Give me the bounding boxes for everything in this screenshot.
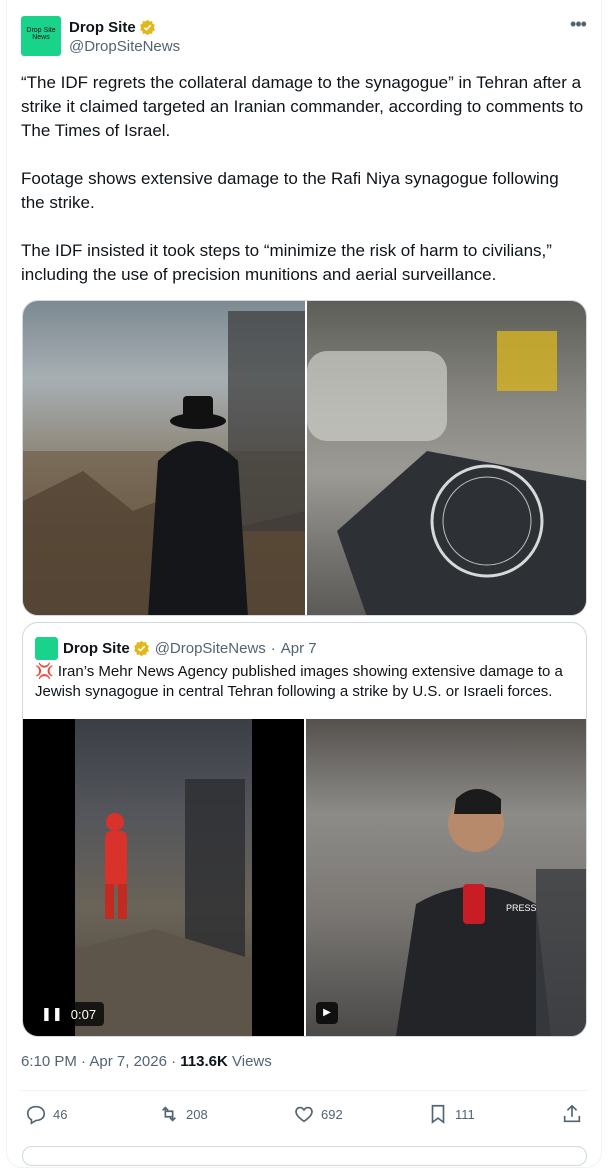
quoted-text-body: Iran’s Mehr News Agency published images… bbox=[35, 663, 563, 700]
author-name[interactable]: Drop Site bbox=[69, 19, 136, 36]
quoted-author-name: Drop Site bbox=[63, 639, 130, 657]
tweet-date[interactable]: Apr 7, 2026 bbox=[89, 1053, 167, 1070]
verified-badge-icon bbox=[139, 19, 155, 35]
rubble-scene-illustration bbox=[23, 311, 305, 615]
like-count: 692 bbox=[321, 1106, 343, 1122]
views-label: Views bbox=[232, 1053, 272, 1070]
press-label: PRESS bbox=[506, 903, 537, 913]
quoted-media[interactable]: ❚❚ 0:07 PRESS ▶ bbox=[23, 719, 586, 1036]
views-count: 113.6K bbox=[180, 1053, 228, 1070]
repost-count: 208 bbox=[186, 1106, 208, 1122]
video-frame-rescue-worker bbox=[75, 719, 252, 1036]
avatar-logo-text: Drop Site News bbox=[26, 27, 56, 41]
damaged-car-scene-illustration bbox=[307, 331, 586, 615]
reply-icon bbox=[26, 1105, 46, 1125]
play-icon[interactable]: ▶ bbox=[316, 1002, 338, 1024]
more-options-icon[interactable]: ••• bbox=[568, 15, 588, 36]
reporter-scene-illustration: PRESS bbox=[396, 789, 586, 1036]
photo-torah-cover[interactable] bbox=[307, 301, 586, 615]
actions-divider bbox=[21, 1090, 587, 1091]
quoted-author-handle: @DropSiteNews bbox=[154, 639, 266, 657]
rescue-scene-illustration bbox=[75, 779, 252, 1036]
action-bar: 46 208 692 111 bbox=[21, 1100, 587, 1128]
quoted-date: Apr 7 bbox=[280, 639, 317, 657]
share-icon bbox=[563, 1104, 581, 1123]
repost-icon bbox=[161, 1106, 177, 1122]
photo-rubble-man[interactable] bbox=[23, 301, 305, 615]
reply-composer-box[interactable] bbox=[22, 1146, 587, 1166]
reply-button[interactable]: 46 bbox=[25, 1100, 67, 1128]
author-name-row[interactable]: Drop Site bbox=[69, 17, 156, 37]
quoted-video[interactable]: ❚❚ 0:07 bbox=[23, 719, 304, 1036]
quoted-tweet-header: Drop Site @DropSiteNews · Apr 7 bbox=[63, 637, 317, 659]
quoted-author-avatar bbox=[35, 637, 58, 660]
author-handle[interactable]: @DropSiteNews bbox=[69, 38, 180, 55]
pause-icon[interactable]: ❚❚ bbox=[41, 1006, 63, 1022]
tweet-time[interactable]: 6:10 PM bbox=[21, 1053, 77, 1070]
bookmark-icon bbox=[431, 1104, 445, 1124]
share-button[interactable] bbox=[561, 1100, 589, 1128]
quoted-tweet-text: 💢 Iran’s Mehr News Agency published imag… bbox=[35, 662, 580, 702]
media-grid[interactable] bbox=[22, 300, 587, 616]
quoted-verified-badge-icon bbox=[133, 640, 149, 656]
bookmark-count: 111 bbox=[455, 1106, 475, 1122]
like-button[interactable]: 692 bbox=[293, 1100, 343, 1128]
meta-separator-2: · bbox=[171, 1053, 181, 1070]
repost-button[interactable]: 208 bbox=[158, 1100, 208, 1128]
video-timestamp[interactable]: ❚❚ 0:07 bbox=[33, 1002, 105, 1026]
tweet-text: “The IDF regrets the collateral damage t… bbox=[21, 73, 584, 284]
video-time: 0:07 bbox=[70, 1006, 97, 1022]
quoted-tweet[interactable]: Drop Site @DropSiteNews · Apr 7 💢 Iran’s… bbox=[22, 622, 587, 1037]
bookmark-button[interactable]: 111 bbox=[427, 1100, 475, 1128]
reply-count: 46 bbox=[53, 1106, 68, 1122]
heart-icon bbox=[295, 1106, 313, 1123]
tweet-meta: 6:10 PM · Apr 7, 2026 · 113.6K Views bbox=[21, 1053, 272, 1070]
author-avatar[interactable]: Drop Site News bbox=[21, 16, 61, 56]
anger-emoji: 💢 bbox=[35, 663, 54, 680]
quoted-dot-separator: · bbox=[270, 639, 276, 657]
quoted-photo-reporter[interactable]: PRESS ▶ bbox=[306, 719, 586, 1036]
